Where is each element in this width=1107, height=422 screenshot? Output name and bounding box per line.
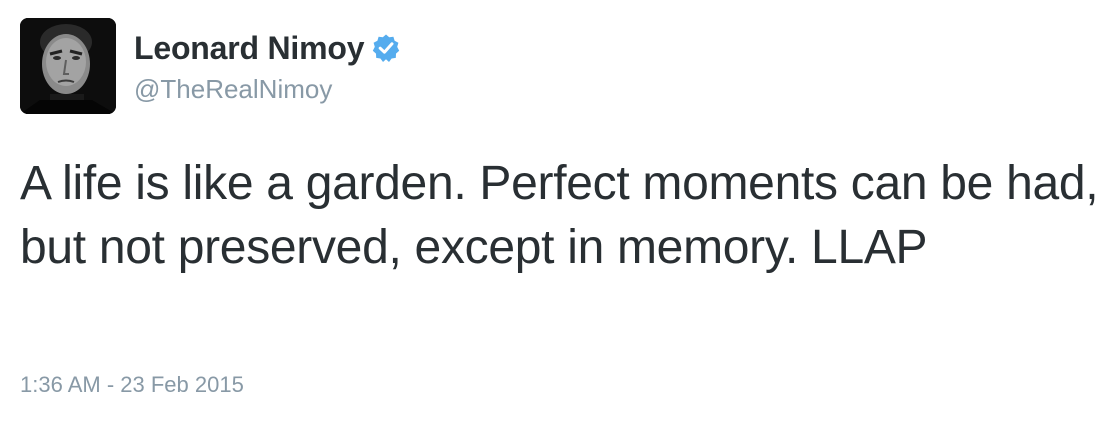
avatar[interactable]	[20, 18, 116, 114]
verified-badge-icon	[371, 33, 401, 63]
tweet-card: Leonard Nimoy @TheRealNimoy A life is li…	[0, 0, 1107, 422]
author-handle[interactable]: @TheRealNimoy	[134, 74, 332, 105]
author-name-row: Leonard Nimoy	[134, 28, 401, 68]
author-display-name[interactable]: Leonard Nimoy	[134, 30, 365, 67]
tweet-text: A life is like a garden. Perfect moments…	[20, 157, 1099, 274]
tweet-timestamp[interactable]: 1:36 AM - 23 Feb 2015	[20, 372, 244, 398]
profile-photo-icon	[20, 18, 116, 114]
